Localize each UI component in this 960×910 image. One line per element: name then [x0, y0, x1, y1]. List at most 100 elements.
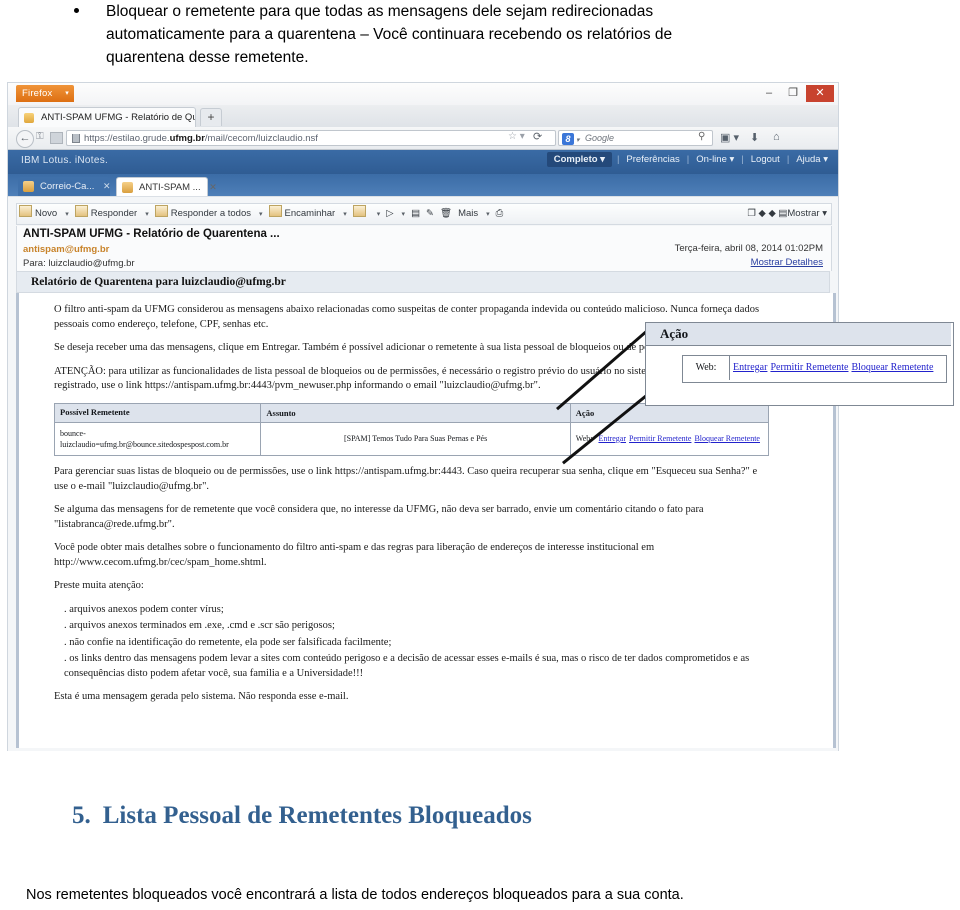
callout-title: Ação [646, 323, 951, 346]
page-title: 5. Lista Pessoal de Remetentes Bloqueados [72, 802, 772, 830]
chevron-down-icon: ▾ [576, 137, 580, 144]
mail-client-body: Novo ▾ Responder ▾ Responder a todos ▾ Encamin… [8, 196, 838, 751]
menu-item-preferencias[interactable]: Preferências [624, 154, 681, 165]
bookmark-icon[interactable] [50, 132, 63, 144]
toolbar-right-group: ❐ ◆ ◆ ▤Mostrar ▾ [747, 204, 827, 223]
menu-item-logout[interactable]: Logout [749, 154, 782, 165]
window-maximize-button[interactable]: ❐ [782, 85, 804, 102]
menu-item-ajuda[interactable]: Ajuda ▾ [794, 154, 830, 165]
cell-sender: bounce- luizclaudio=ufmg.br@bounce.sited… [53, 422, 262, 456]
chevron-down-icon[interactable]: ▾ [482, 211, 494, 218]
section-title: Lista Pessoal de Remetentes Bloqueados [102, 802, 532, 829]
window-close-button[interactable]: ✕ [806, 85, 834, 102]
chevron-down-icon[interactable]: ▾ [398, 211, 410, 218]
menu-separator: | [616, 154, 620, 165]
folder-icon[interactable] [351, 205, 373, 219]
menu-separator: | [786, 154, 790, 165]
chevron-down-icon[interactable]: ▾ [822, 208, 827, 219]
forward-icon [268, 205, 282, 217]
browser-tab-label: ANTI-SPAM UFMG - Relatório de Quare... [41, 112, 195, 123]
delete-icon[interactable]: 🗑 [438, 208, 456, 219]
body-paragraph-4: Para gerenciar suas listas de bloqueio o… [54, 466, 758, 492]
message-header: ANTI-SPAM UFMG - Relatório de Quarentena… [16, 226, 832, 271]
callout-bloquear-remetente-link[interactable]: Bloquear Remetente [851, 362, 933, 373]
chevron-down-icon[interactable]: ▾ [141, 211, 153, 218]
back-arrow-icon[interactable]: ← [16, 130, 34, 148]
attention-heading: Preste muita atenção: [54, 580, 144, 591]
callout-entregar-link[interactable]: Entregar [733, 362, 767, 373]
inotes-menu: Completo ▾ | Preferências | On-line ▾ | Logout… [546, 152, 830, 167]
toolbar-button-encaminhar[interactable]: Encaminhar [267, 205, 340, 219]
lock-icon [72, 134, 80, 143]
entregar-link[interactable]: Entregar [598, 434, 626, 443]
menu-item-online[interactable]: On-line ▾ [694, 154, 736, 165]
toolbar-label-responder: Responder [90, 208, 138, 219]
edit-icon[interactable]: ✎ [424, 208, 438, 219]
search-input[interactable]: 8 ▾ Google [558, 130, 713, 146]
toolbar-label-mostrar[interactable]: Mostrar [787, 208, 819, 219]
callout-action-row: Web: Entregar Permitir Remetente Bloquear … [682, 355, 947, 383]
bullet-line-3: quarentena desse remetente. [106, 49, 309, 66]
inotes-tab-antispam[interactable]: ANTI-SPAM ... ✕ [116, 177, 217, 196]
flag-icon[interactable]: ▷ [384, 208, 397, 219]
toolbar-button-responder-todos[interactable]: Responder a todos [153, 205, 255, 219]
toolbar-label-novo: Novo [35, 208, 58, 219]
message-from[interactable]: antispam@ufmg.br [23, 244, 109, 255]
list-item: . não confie na identificação do remeten… [64, 636, 392, 648]
menu-item-completo[interactable]: Completo ▾ [546, 152, 612, 167]
callout-links: Entregar Permitir Remetente Bloquear Remet… [733, 356, 936, 380]
show-details-link[interactable]: Mostrar Detalhes [751, 257, 823, 268]
bullet-dot-icon [74, 8, 79, 13]
chevron-down-icon[interactable]: ▾ [339, 211, 351, 218]
archive-icon[interactable]: ▤ [409, 208, 424, 219]
window-titlebar: Firefox ▾ – ❐ ✕ [8, 83, 838, 106]
inotes-tabstrip: Correio-Ca... ✕ ANTI-SPAM ... ✕ [8, 174, 838, 196]
bookmark-star-icon[interactable]: ☆ ▾ [508, 131, 525, 142]
url-input[interactable]: https://estilao.grude.ufmg.br/mail/cecom… [66, 130, 556, 146]
attention-list: . arquivos anexos podem conter vírus; . … [54, 603, 769, 682]
search-icon[interactable]: ⚲ [698, 131, 705, 142]
inotes-header-bar: IBM Lotus. iNotes. Completo ▾ | Preferênci… [8, 150, 838, 174]
callout-permitir-remetente-link[interactable]: Permitir Remetente [770, 362, 848, 373]
section-number: 5. [72, 802, 91, 829]
list-item: . arquivos anexos terminados em .exe, .c… [64, 620, 335, 631]
toolbar-label-mais[interactable]: Mais [456, 208, 482, 219]
toolbar-button-responder[interactable]: Responder [73, 205, 141, 219]
message-date: Terça-feira, abril 08, 2014 01:02PM [674, 243, 823, 254]
message-to-value: luizclaudio@ufmg.br [48, 258, 135, 269]
chevron-down-icon[interactable]: ▾ [255, 211, 267, 218]
window-minimize-button[interactable]: – [758, 85, 780, 102]
browser-navigation-bar: ← ⚿ https://estilao.grude.ufmg.br/mail/c… [8, 127, 838, 150]
browser-tabstrip: ANTI-SPAM UFMG - Relatório de Quare... + [8, 105, 838, 127]
bullet-line-1: Bloquear o remetente para que todas as m… [106, 3, 654, 20]
chevron-down-icon[interactable]: ▾ [373, 211, 385, 218]
inotes-tab-label: ANTI-SPAM ... [139, 182, 201, 193]
toolbar-label-encaminhar: Encaminhar [284, 208, 336, 219]
download-arrow-icon[interactable]: ⬇ [750, 131, 759, 144]
firefox-menu-button[interactable]: Firefox ▾ [16, 85, 74, 102]
menu-separator: | [741, 154, 744, 165]
print-icon[interactable]: ⎙ [494, 208, 508, 219]
chevron-down-icon[interactable]: ▾ [61, 211, 73, 218]
previous-arrow-icon[interactable]: ◆ [758, 208, 765, 219]
list-item: . arquivos anexos podem conter vírus; [64, 603, 224, 615]
new-icon [19, 205, 32, 217]
close-icon[interactable]: ✕ [103, 181, 111, 191]
home-icon[interactable]: ⌂ [773, 131, 780, 143]
next-arrow-icon[interactable]: ◆ [768, 208, 775, 219]
reload-icon[interactable]: ⟳ [533, 130, 542, 143]
copy-icon[interactable]: ❐ [747, 208, 756, 219]
reply-all-icon [154, 205, 168, 217]
message-report-banner: Relatório de Quarentena para luizclaudio… [16, 271, 830, 293]
chevron-down-icon: ▾ [65, 90, 69, 97]
callout-web-label: Web: [683, 356, 730, 380]
inotes-tab-correio[interactable]: Correio-Ca... ✕ [18, 177, 111, 196]
message-to-label: Para: [23, 258, 46, 269]
new-tab-button[interactable]: + [200, 108, 222, 126]
permitir-remetente-link[interactable]: Permitir Remetente [629, 434, 691, 443]
browser-tab-antispam[interactable]: ANTI-SPAM UFMG - Relatório de Quare... [18, 107, 196, 127]
toolbar-button-novo[interactable]: Novo [17, 205, 61, 219]
downloads-box-icon[interactable]: ▣ ▾ [720, 131, 739, 144]
bloquear-remetente-link[interactable]: Bloquear Remetente [694, 434, 760, 443]
close-icon[interactable]: ✕ [209, 182, 217, 192]
